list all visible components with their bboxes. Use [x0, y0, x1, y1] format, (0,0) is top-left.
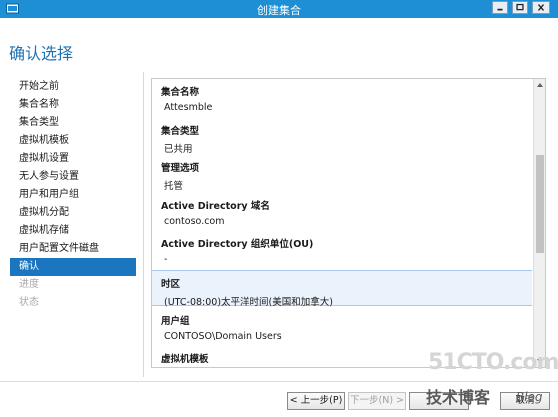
close-icon: [537, 4, 545, 11]
nav-item-progress: 进度: [19, 279, 39, 290]
maximize-icon: [516, 3, 524, 11]
confirmation-panel: 集合名称 Attesmble 集合类型 已共用 管理选项 托管 Active D…: [151, 78, 546, 368]
close-button[interactable]: [532, 1, 550, 14]
minimize-button[interactable]: [492, 1, 508, 14]
section-label: Active Directory 域名: [161, 201, 270, 212]
wizard-nav: 开始之前 集合名称 集合类型 虚拟机模板 虚拟机设置 无人参与设置 用户和用户组…: [10, 78, 136, 312]
section-value: (UTC-08:00)太平洋时间(美国和加拿大): [164, 297, 333, 308]
nav-item-before-you-begin[interactable]: 开始之前: [10, 78, 136, 96]
section-label: Active Directory 组织单位(OU): [161, 239, 314, 250]
section-value: 已共用: [164, 144, 193, 155]
section-label: 管理选项: [161, 163, 200, 174]
nav-item-vm-allocation[interactable]: 虚拟机分配: [10, 204, 136, 222]
cancel-button[interactable]: 取消: [500, 392, 550, 410]
section-value: CONTOSO\Domain Users: [164, 331, 282, 342]
scroll-down-icon[interactable]: [534, 355, 546, 367]
section-value: contoso.com: [164, 216, 225, 227]
section-user-groups: 用户组 CONTOSO\Domain Users: [152, 313, 532, 342]
maximize-button[interactable]: [512, 1, 528, 14]
section-value: Attesmble: [164, 102, 213, 113]
minimize-icon: [497, 8, 503, 11]
section-ad-ou: Active Directory 组织单位(OU) -: [152, 236, 532, 265]
page-header: 确认选择: [0, 18, 558, 70]
section-label: 虚拟机模板: [161, 354, 209, 365]
nav-item-confirmation[interactable]: 确认: [10, 258, 136, 276]
section-collection-name: 集合名称 Attesmble: [152, 84, 532, 113]
next-button: 下一步(N) >: [348, 392, 406, 410]
nav-item-results: 状态: [19, 297, 39, 308]
nav-item-user-profile-disks[interactable]: 用户配置文件磁盘: [10, 240, 136, 258]
nav-item-users-and-groups[interactable]: 用户和用户组: [10, 186, 136, 204]
footer-divider: [0, 381, 558, 382]
section-collection-type: 集合类型 已共用: [152, 123, 532, 155]
nav-item-collection-type[interactable]: 集合类型: [10, 114, 136, 132]
previous-button[interactable]: < 上一步(P): [287, 392, 345, 410]
section-value: 托管: [164, 181, 184, 192]
vertical-scrollbar[interactable]: [533, 79, 546, 367]
section-label: 集合类型: [161, 126, 200, 137]
window-title: 创建集合: [257, 4, 301, 17]
title-bar: 创建集合: [0, 0, 558, 18]
nav-item-collection-name[interactable]: 集合名称: [10, 96, 136, 114]
section-label: 用户组: [161, 316, 190, 327]
nav-divider: [143, 72, 144, 377]
scrollbar-thumb[interactable]: [536, 155, 544, 253]
page-title: 确认选择: [9, 44, 74, 63]
scroll-up-icon[interactable]: [534, 79, 546, 91]
section-ad-domain: Active Directory 域名 contoso.com: [152, 198, 532, 227]
nav-item-vm-storage[interactable]: 虚拟机存储: [10, 222, 136, 240]
nav-item-vm-settings[interactable]: 虚拟机设置: [10, 150, 136, 168]
section-vm-template: 虚拟机模板: [152, 351, 532, 365]
section-label: 时区: [161, 279, 181, 290]
confirmation-list: 集合名称 Attesmble 集合类型 已共用 管理选项 托管 Active D…: [152, 79, 532, 367]
nav-item-vm-template[interactable]: 虚拟机模板: [10, 132, 136, 150]
section-time-zone[interactable]: 时区 (UTC-08:00)太平洋时间(美国和加拿大): [152, 270, 532, 308]
section-label: 集合名称: [161, 87, 200, 98]
create-button[interactable]: [409, 392, 469, 410]
section-value: -: [164, 254, 168, 265]
nav-item-unattended-settings[interactable]: 无人参与设置: [10, 168, 136, 186]
section-management-options: 管理选项 托管: [152, 160, 532, 192]
